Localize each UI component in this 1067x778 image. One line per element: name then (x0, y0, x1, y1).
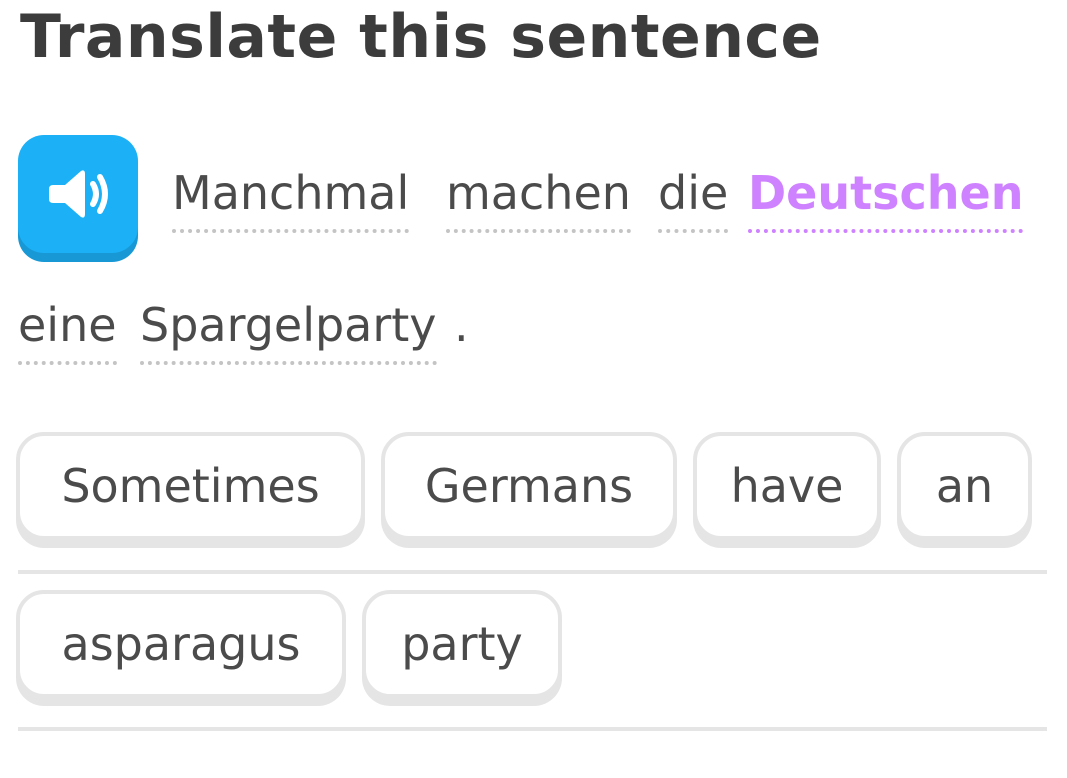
prompt-period: . (454, 298, 469, 352)
play-audio-button[interactable] (18, 135, 138, 253)
word-tile-have[interactable]: have (693, 432, 881, 540)
challenge-title: Translate this sentence (20, 2, 822, 72)
word-tile-asparagus[interactable]: asparagus (16, 590, 346, 698)
word-tile-party[interactable]: party (362, 590, 562, 698)
answer-line-2 (18, 727, 1047, 731)
translate-challenge: Translate this sentence Manchmal machen … (0, 0, 1067, 778)
prompt-word-eine[interactable]: eine (18, 295, 117, 365)
word-tile-sometimes[interactable]: Sometimes (16, 432, 365, 540)
prompt-word-machen[interactable]: machen (446, 163, 631, 233)
answer-line-1 (18, 570, 1047, 574)
word-tile-an[interactable]: an (897, 432, 1032, 540)
prompt-word-spargelparty[interactable]: Spargelparty (140, 295, 437, 365)
prompt-word-manchmal[interactable]: Manchmal (172, 163, 410, 233)
word-tile-germans[interactable]: Germans (381, 432, 677, 540)
speaker-icon (49, 170, 108, 218)
prompt-word-die[interactable]: die (658, 163, 729, 233)
prompt-word-deutschen[interactable]: Deutschen (748, 163, 1024, 233)
